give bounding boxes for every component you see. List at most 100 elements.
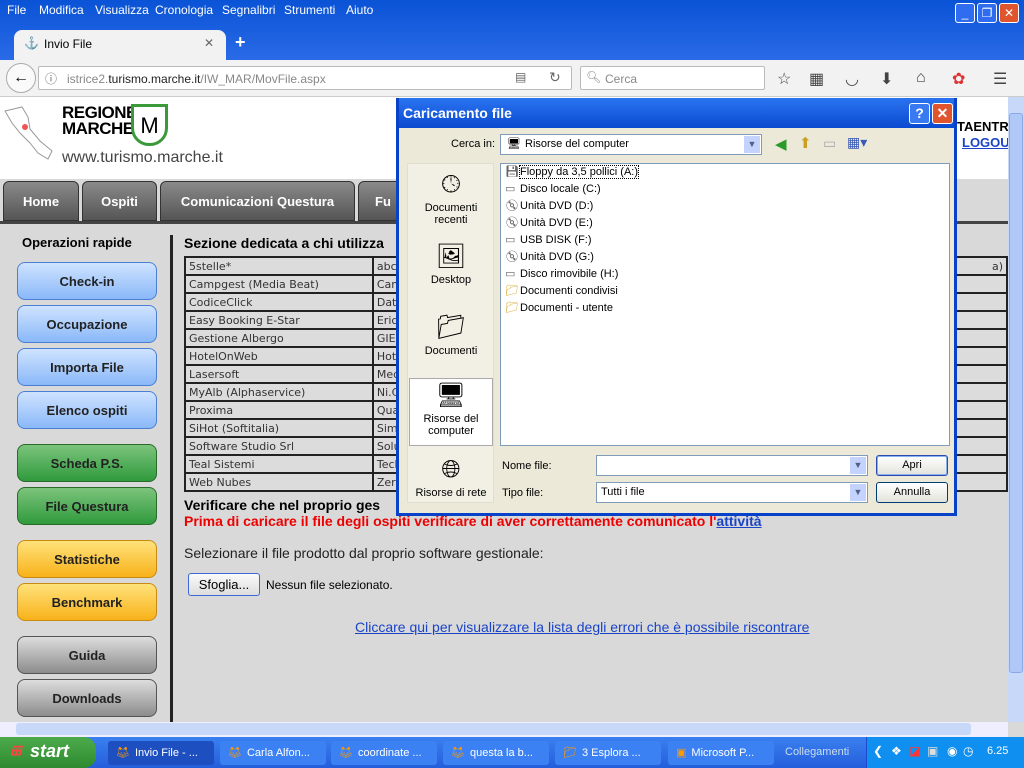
app-icon: 🦊︎ (116, 747, 130, 759)
open-button[interactable]: Apri (876, 455, 948, 476)
place-desktop[interactable]: 🖼︎ Desktop (409, 240, 493, 286)
restore-button[interactable]: ❐ (977, 3, 997, 23)
place-label: Documenti recenti (424, 202, 478, 226)
new-tab-icon[interactable]: + (235, 32, 246, 53)
up-folder-icon[interactable]: ⬆ (799, 134, 812, 152)
tray-expand-icon[interactable]: ❮ (873, 744, 883, 758)
nav-comunicazioni-questura[interactable]: Comunicazioni Questura (160, 181, 355, 221)
file-item[interactable]: 📁︎Documenti - utente (501, 300, 949, 317)
file-item[interactable]: ▭ USB DISK (F:) (501, 232, 949, 249)
hamburger-menu-icon[interactable]: ☰ (993, 69, 1007, 89)
browser-navbar: ← ⓘ istrice2.turismo.marche.it/IW_MAR/Mo… (0, 60, 1024, 97)
system-tray: ❮ ❖ ◪ ▣ ◉ ◷ 6.25 (866, 737, 1024, 768)
url-bar[interactable]: ⓘ istrice2.turismo.marche.it/IW_MAR/MovF… (38, 66, 572, 90)
software-name: CodiceClick (184, 292, 374, 312)
vendor-text: Dat (376, 295, 397, 309)
file-item[interactable]: 📁︎Documenti condivisi (501, 283, 949, 300)
file-item[interactable]: ▭ Disco locale (C:) (501, 181, 949, 198)
bookmark-star-icon[interactable]: ☆ (777, 69, 791, 89)
hscroll-thumb[interactable] (16, 723, 971, 735)
menu-visualizza[interactable]: Visualizza (95, 3, 149, 17)
sidebar-check-in[interactable]: Check-in (17, 262, 157, 300)
dialog-close-button[interactable]: ✕ (932, 103, 953, 124)
dropbox-icon[interactable]: ❖ (891, 744, 902, 758)
taskbar-item[interactable]: 🦊︎ Invio File - ... (108, 741, 214, 765)
tray-app-icon[interactable]: ◉ (947, 744, 957, 758)
sidebar-scheda-ps[interactable]: Scheda P.S. (17, 444, 157, 482)
view-menu-icon[interactable]: ▦▾ (847, 134, 867, 151)
folder-icon: 📁︎ (505, 285, 519, 297)
quick-links-toolbar[interactable]: Collegamenti (785, 746, 849, 758)
pocket-icon[interactable]: ◡ (845, 69, 859, 89)
sidebar-guida[interactable]: Guida (17, 636, 157, 674)
computer-icon: 🖥︎ (507, 138, 521, 150)
taskbar-item[interactable]: 🦊︎ coordinate ... (331, 741, 437, 765)
file-item[interactable]: 💿︎Unità DVD (D:) (501, 198, 949, 215)
scrollbar-thumb[interactable] (1009, 113, 1023, 673)
sidebar-occupazione[interactable]: Occupazione (17, 305, 157, 343)
windows-logo-icon: ⊞ (10, 742, 22, 758)
file-item[interactable]: 💿︎Unità DVD (E:) (501, 215, 949, 232)
menu-file[interactable]: File (7, 3, 26, 17)
bookmarks-list-icon[interactable]: ▦ (809, 69, 824, 89)
dialog-titlebar: Caricamento file ? ✕ (399, 98, 954, 128)
help-button[interactable]: ? (909, 103, 930, 124)
chevron-down-icon: ▼ (850, 457, 866, 474)
taskbar-item[interactable]: 📁︎ 3 Esplora ... (555, 741, 661, 765)
place-risorse-rete[interactable]: 🌐︎ Risorse di rete (409, 453, 493, 499)
clock-tray-icon[interactable]: ◷ (963, 744, 973, 758)
taskbar-item-label: questa la b... (469, 747, 533, 759)
file-item[interactable]: 💾︎Floppy da 3,5 pollici (A:) (501, 164, 949, 181)
cancel-button[interactable]: Annulla (876, 482, 948, 503)
sidebar-file-questura[interactable]: File Questura (17, 487, 157, 525)
file-list[interactable]: 💾︎Floppy da 3,5 pollici (A:) ▭ Disco local… (500, 163, 950, 446)
file-item[interactable]: 💿︎Unità DVD (G:) (501, 249, 949, 266)
browser-menubar: File Modifica Visualizza Cronologia Segn… (0, 0, 1024, 60)
menu-modifica[interactable]: Modifica (39, 3, 84, 17)
search-input[interactable]: 🔍︎ Cerca (580, 66, 765, 90)
filename-input[interactable]: ▼ (596, 455, 868, 476)
menu-segnalibri[interactable]: Segnalibri (222, 3, 275, 17)
menu-aiuto[interactable]: Aiuto (346, 3, 373, 17)
file-item[interactable]: ▭ Disco rimovibile (H:) (501, 266, 949, 283)
taskbar-item[interactable]: 🦊︎ questa la b... (443, 741, 549, 765)
place-documenti[interactable]: 📁︎ Documenti (409, 311, 493, 357)
sidebar-importa-file[interactable]: Importa File (17, 348, 157, 386)
close-tab-icon[interactable]: ✕ (204, 36, 214, 50)
sidebar-downloads[interactable]: Downloads (17, 679, 157, 717)
sidebar-title: Operazioni rapide (22, 235, 132, 250)
antivirus-icon[interactable]: ◪ (909, 744, 920, 758)
taskbar-item[interactable]: ▣ Microsoft P... (668, 741, 774, 765)
home-icon[interactable]: ⌂ (916, 69, 926, 87)
browse-button[interactable]: Sfoglia... (188, 573, 260, 596)
menu-cronologia[interactable]: Cronologia (155, 3, 213, 17)
sidebar-elenco-ospiti[interactable]: Elenco ospiti (17, 391, 157, 429)
back-icon[interactable]: ← (6, 63, 36, 93)
back-icon[interactable]: ◀ (775, 135, 787, 153)
vertical-scrollbar[interactable] (1008, 97, 1024, 722)
taskbar-item[interactable]: 🦊︎ Carla Alfon... (220, 741, 326, 765)
reader-icon[interactable]: ▤ (515, 70, 526, 84)
download-icon[interactable]: ⬇ (880, 69, 893, 89)
errors-list-link[interactable]: Cliccare qui per visualizzare la lista d… (355, 619, 809, 635)
menu-strumenti[interactable]: Strumenti (284, 3, 335, 17)
close-window-button[interactable]: ✕ (999, 3, 1019, 23)
place-documenti-recenti[interactable]: 🕓︎ Documenti recenti (409, 168, 493, 226)
filetype-dropdown[interactable]: Tutti i file ▼ (596, 482, 868, 503)
network-tray-icon[interactable]: ▣ (927, 744, 938, 758)
look-in-dropdown[interactable]: 🖥︎ Risorse del computer ▼ (500, 134, 762, 155)
logout-link[interactable]: LOGOU (962, 135, 1008, 150)
minimize-button[interactable]: _ (955, 3, 975, 23)
start-button[interactable]: ⊞ start (0, 737, 96, 768)
place-risorse-computer[interactable]: 🖥︎ Risorse del computer (409, 378, 493, 446)
nav-home[interactable]: Home (3, 181, 79, 221)
reload-icon[interactable]: ↻ (549, 69, 561, 86)
new-folder-icon[interactable]: ▭ (823, 135, 836, 152)
search-icon: 🔍︎ (586, 70, 602, 84)
nav-ospiti[interactable]: Ospiti (82, 181, 157, 221)
sidebar-benchmark[interactable]: Benchmark (17, 583, 157, 621)
tab-invio-file[interactable]: ⚓ Invio File ✕ (14, 30, 226, 60)
extension-icon[interactable]: ✿ (952, 69, 965, 89)
sidebar-statistiche[interactable]: Statistiche (17, 540, 157, 578)
horizontal-scrollbar[interactable] (0, 722, 1008, 737)
